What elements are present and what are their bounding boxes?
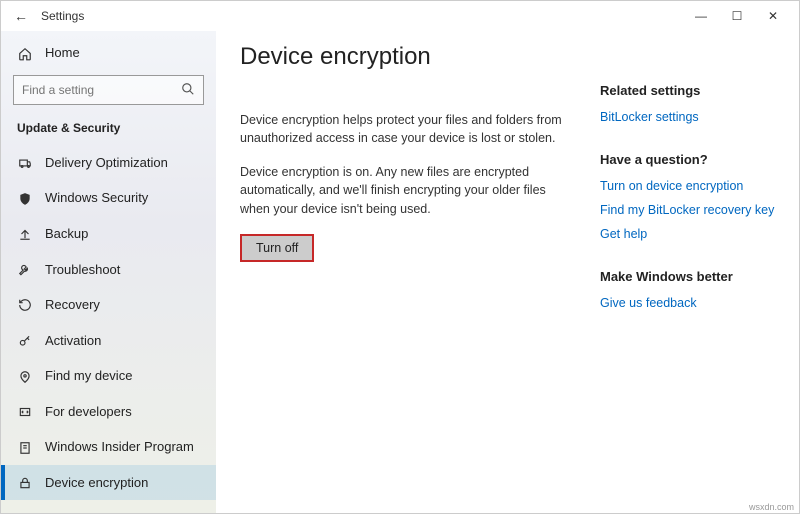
sidebar-item-backup[interactable]: Backup xyxy=(1,216,216,252)
give-feedback-link[interactable]: Give us feedback xyxy=(600,296,775,310)
maximize-button[interactable]: ☐ xyxy=(719,2,755,30)
turn-off-button[interactable]: Turn off xyxy=(240,234,314,262)
close-button[interactable]: ✕ xyxy=(755,2,791,30)
page-heading: Device encryption xyxy=(240,43,570,71)
content: Device encryption Device encryption help… xyxy=(216,31,799,513)
turn-on-encryption-link[interactable]: Turn on device encryption xyxy=(600,179,775,193)
sidebar-home[interactable]: Home xyxy=(1,37,216,69)
sidebar-item-label: Troubleshoot xyxy=(45,262,120,277)
home-icon xyxy=(17,45,33,61)
sidebar-item-recovery[interactable]: Recovery xyxy=(1,287,216,323)
search-icon xyxy=(181,81,195,99)
bitlocker-settings-link[interactable]: BitLocker settings xyxy=(600,110,775,124)
minimize-button[interactable]: — xyxy=(683,2,719,30)
sidebar-item-label: Delivery Optimization xyxy=(45,155,168,170)
sidebar-nav: Delivery Optimization Windows Security B… xyxy=(1,145,216,513)
sidebar: Home Update & Security Delivery Optimiza… xyxy=(1,31,216,513)
sidebar-item-device-encryption[interactable]: Device encryption xyxy=(1,465,216,501)
search-input[interactable] xyxy=(22,83,181,97)
have-question-heading: Have a question? xyxy=(600,152,775,167)
shield-icon xyxy=(17,190,33,206)
description-2: Device encryption is on. Any new files a… xyxy=(240,163,570,217)
backup-icon xyxy=(17,226,33,242)
wrench-icon xyxy=(17,261,33,277)
search-box[interactable] xyxy=(13,75,204,105)
sidebar-item-label: Device encryption xyxy=(45,475,148,490)
insider-icon xyxy=(17,439,33,455)
back-button[interactable]: ← xyxy=(9,8,33,24)
developer-icon xyxy=(17,404,33,420)
recovery-icon xyxy=(17,297,33,313)
sidebar-item-label: Activation xyxy=(45,333,101,348)
sidebar-section-title: Update & Security xyxy=(1,115,216,145)
delivery-icon xyxy=(17,155,33,171)
sidebar-item-windows-security[interactable]: Windows Security xyxy=(1,180,216,216)
sidebar-item-label: For developers xyxy=(45,404,132,419)
get-help-link[interactable]: Get help xyxy=(600,227,775,241)
titlebar: ← Settings — ☐ ✕ xyxy=(1,1,799,31)
description-1: Device encryption helps protect your fil… xyxy=(240,111,570,147)
sidebar-item-troubleshoot[interactable]: Troubleshoot xyxy=(1,251,216,287)
sidebar-item-label: Find my device xyxy=(45,368,132,383)
sidebar-item-label: Windows Insider Program xyxy=(45,439,194,454)
main-panel: Device encryption Device encryption help… xyxy=(240,43,570,501)
sidebar-item-label: Recovery xyxy=(45,297,100,312)
sidebar-item-label: Backup xyxy=(45,226,88,241)
make-windows-better-heading: Make Windows better xyxy=(600,269,775,284)
related-settings-heading: Related settings xyxy=(600,83,775,98)
watermark: wsxdn.com xyxy=(749,502,794,512)
sidebar-item-delivery-optimization[interactable]: Delivery Optimization xyxy=(1,145,216,181)
find-recovery-key-link[interactable]: Find my BitLocker recovery key xyxy=(600,203,775,217)
sidebar-item-find-my-device[interactable]: Find my device xyxy=(1,358,216,394)
location-icon xyxy=(17,368,33,384)
key-icon xyxy=(17,332,33,348)
app-title: Settings xyxy=(41,9,84,23)
sidebar-item-insider[interactable]: Windows Insider Program xyxy=(1,429,216,465)
sidebar-home-label: Home xyxy=(45,45,80,60)
sidebar-item-activation[interactable]: Activation xyxy=(1,322,216,358)
sidebar-item-label: Windows Security xyxy=(45,190,148,205)
right-rail: Related settings BitLocker settings Have… xyxy=(600,43,775,501)
lock-icon xyxy=(17,475,33,491)
sidebar-item-for-developers[interactable]: For developers xyxy=(1,394,216,430)
